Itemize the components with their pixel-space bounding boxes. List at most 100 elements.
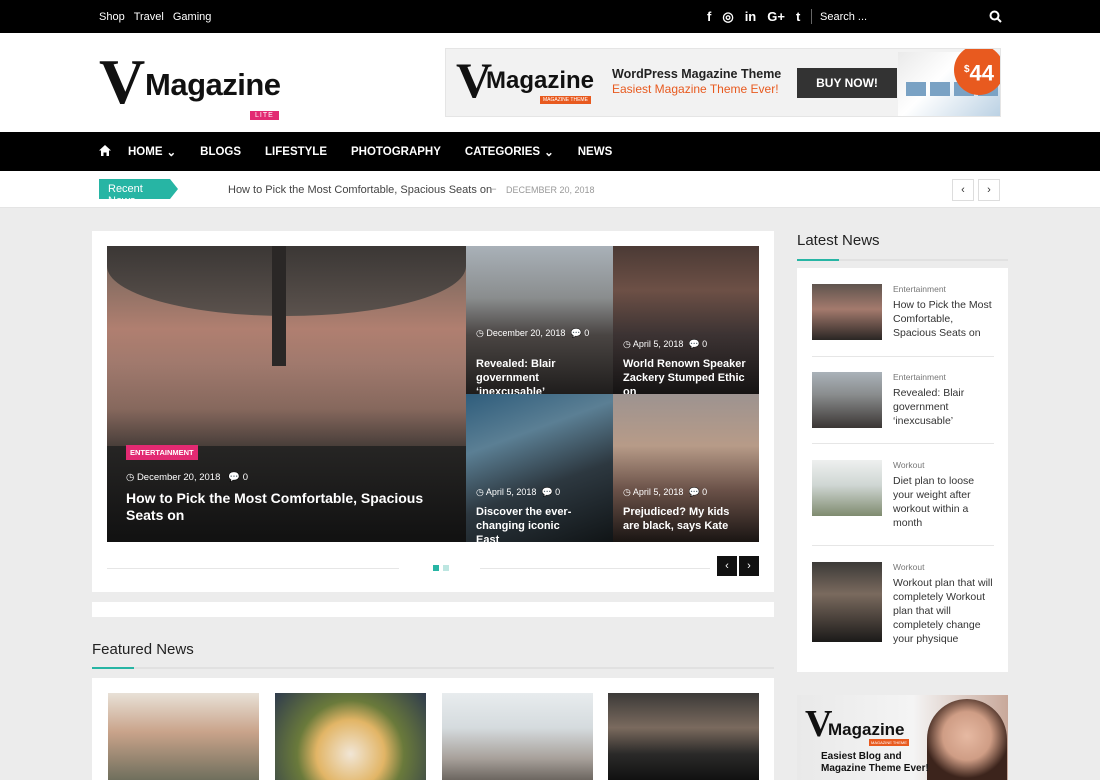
chevron-left-icon: ‹ bbox=[725, 560, 729, 572]
price-badge: $44 bbox=[954, 49, 1000, 95]
chevron-right-icon: › bbox=[987, 184, 991, 196]
slide-grid-item[interactable]: ◷ April 5, 2018 💬 0 Prejudiced? My kids … bbox=[613, 394, 759, 542]
latest-thumbnail[interactable] bbox=[812, 460, 882, 516]
main-nav: HOME ⌄ BLOGS LIFESTYLE PHOTOGRAPHY CATEGO… bbox=[0, 132, 1100, 171]
ad-headline: WordPress Magazine Theme bbox=[612, 67, 782, 81]
slider-prev-button[interactable]: ‹ bbox=[717, 556, 737, 576]
latest-title[interactable]: Workout plan that will completely Workou… bbox=[893, 576, 993, 646]
instagram-icon[interactable]: ◎ bbox=[722, 9, 733, 25]
slider-rule bbox=[107, 568, 399, 569]
latest-title[interactable]: Revealed: Blair government ‘inexcusable’ bbox=[893, 386, 993, 428]
top-links: Shop Travel Gaming bbox=[99, 11, 211, 23]
site-header: V Magazine LITE V Magazine MAGAZINE THEM… bbox=[0, 33, 1100, 132]
slide-grid-item[interactable]: ◷ December 20, 2018 💬 0 Revealed: Blair … bbox=[466, 246, 613, 394]
latest-category[interactable]: Workout bbox=[893, 562, 925, 572]
ticker-prev-button[interactable]: ‹ bbox=[952, 179, 974, 201]
slider-dot[interactable] bbox=[443, 565, 449, 571]
featured-image[interactable] bbox=[608, 693, 759, 780]
linkedin-icon[interactable]: in bbox=[745, 9, 757, 25]
chevron-right-icon: › bbox=[747, 560, 751, 572]
latest-title[interactable]: Diet plan to loose your weight after wor… bbox=[893, 474, 993, 530]
slide-title[interactable]: How to Pick the Most Comfortable, Spacio… bbox=[126, 490, 456, 524]
divider bbox=[812, 443, 994, 444]
slide-title[interactable]: Prejudiced? My kids are black, says Kate bbox=[623, 505, 748, 533]
ad-model-image bbox=[927, 699, 1007, 780]
featured-image[interactable] bbox=[275, 693, 426, 780]
slide-grid-item[interactable]: ◷ April 5, 2018 💬 0 Discover the ever-ch… bbox=[466, 394, 613, 542]
divider bbox=[812, 545, 994, 546]
nav-item-news[interactable]: NEWS bbox=[578, 145, 613, 159]
post-meta: ◷ April 5, 2018 💬 0 bbox=[623, 339, 708, 349]
ticker-headline[interactable]: How to Pick the Most Comfortable, Spacio… bbox=[228, 184, 492, 196]
latest-thumbnail[interactable] bbox=[812, 284, 882, 340]
buy-now-button[interactable]: BUY NOW! bbox=[797, 68, 897, 98]
top-link-travel[interactable]: Travel bbox=[134, 11, 164, 23]
slide-title[interactable]: Revealed: Blair government ‘inexcusable’ bbox=[476, 357, 606, 394]
latest-heading-rule bbox=[797, 259, 1008, 261]
search-input[interactable]: Search ... bbox=[820, 11, 867, 23]
ad-logo-tag: MAGAZINE THEME bbox=[540, 96, 591, 104]
social-links: f ◎ in G+ t bbox=[707, 9, 800, 25]
post-meta: ◷ December 20, 2018 💬 0 bbox=[126, 472, 249, 483]
logo-word: Magazine bbox=[145, 67, 281, 102]
nav-item-home[interactable]: HOME ⌄ bbox=[128, 145, 176, 159]
latest-category[interactable]: Workout bbox=[893, 460, 925, 470]
ad-logo-word: Magazine bbox=[486, 67, 595, 94]
sidebar-ad-banner[interactable]: V Magazine MAGAZINE THEME Easiest Blog a… bbox=[797, 695, 1008, 780]
facebook-icon[interactable]: f bbox=[707, 9, 711, 25]
slider-dot-active[interactable] bbox=[433, 565, 439, 571]
nav-item-categories[interactable]: CATEGORIES ⌄ bbox=[465, 145, 554, 159]
clock-icon: ◷ bbox=[623, 339, 631, 349]
latest-category[interactable]: Entertainment bbox=[893, 372, 946, 382]
top-link-gaming[interactable]: Gaming bbox=[173, 11, 212, 23]
ad-logo-tag: MAGAZINE THEME bbox=[869, 739, 909, 746]
slide-main[interactable]: ENTERTAINMENT ◷ December 20, 2018 💬 0 Ho… bbox=[107, 246, 466, 542]
clock-icon: ◷ bbox=[476, 487, 484, 497]
slide-title[interactable]: Discover the ever-changing iconic East bbox=[476, 505, 586, 542]
top-link-shop[interactable]: Shop bbox=[99, 11, 125, 23]
comment-icon: 💬 bbox=[570, 328, 582, 338]
ticker-label: Recent News bbox=[99, 179, 178, 207]
chevron-down-icon: ⌄ bbox=[166, 147, 177, 159]
comment-icon: 💬 bbox=[541, 487, 553, 497]
home-icon[interactable] bbox=[99, 145, 111, 156]
site-logo[interactable]: V Magazine LITE bbox=[99, 46, 284, 120]
latest-thumbnail[interactable] bbox=[812, 562, 882, 642]
slide-title[interactable]: World Renown Speaker Zackery Stumped Eth… bbox=[623, 357, 753, 394]
clock-icon: ◷ bbox=[623, 487, 631, 497]
ad-subline: Easiest Magazine Theme Ever! bbox=[612, 82, 779, 96]
latest-thumbnail[interactable] bbox=[812, 372, 882, 428]
search-icon[interactable] bbox=[989, 10, 1002, 23]
ad-logo-word: Magazine bbox=[828, 720, 905, 739]
clock-icon: ◷ bbox=[476, 328, 484, 338]
clock-icon: ◷ bbox=[126, 472, 135, 483]
ticker-next-button[interactable]: › bbox=[978, 179, 1000, 201]
divider bbox=[812, 356, 994, 357]
nav-item-blogs[interactable]: BLOGS bbox=[200, 145, 241, 159]
news-ticker: Recent News How to Pick the Most Comfort… bbox=[0, 171, 1100, 208]
ad-tagline: Easiest Blog and Magazine Theme Ever! bbox=[821, 751, 929, 774]
ticker-date: DECEMBER 20, 2018 bbox=[506, 185, 595, 195]
cockpit-pillar-image bbox=[272, 246, 286, 366]
category-badge[interactable]: ENTERTAINMENT bbox=[126, 445, 198, 460]
latest-category[interactable]: Entertainment bbox=[893, 284, 946, 294]
logo-v: V bbox=[99, 46, 146, 117]
content-strip bbox=[92, 602, 774, 617]
logo-lite-badge: LITE bbox=[250, 111, 279, 120]
slider-next-button[interactable]: › bbox=[739, 556, 759, 576]
header-ad-banner[interactable]: V Magazine MAGAZINE THEME WordPress Maga… bbox=[445, 48, 1001, 117]
featured-news-heading: Featured News bbox=[92, 641, 194, 658]
latest-title[interactable]: How to Pick the Most Comfortable, Spacio… bbox=[893, 298, 993, 340]
google-plus-icon[interactable]: G+ bbox=[767, 9, 785, 25]
chevron-left-icon: ‹ bbox=[961, 184, 965, 196]
comment-icon: 💬 bbox=[688, 339, 700, 349]
tumblr-icon[interactable]: t bbox=[796, 9, 800, 25]
featured-image[interactable] bbox=[442, 693, 593, 780]
top-bar: Shop Travel Gaming f ◎ in G+ t Search ..… bbox=[0, 0, 1100, 33]
nav-item-lifestyle[interactable]: LIFESTYLE bbox=[265, 145, 327, 159]
nav-item-photography[interactable]: PHOTOGRAPHY bbox=[351, 145, 441, 159]
featured-image[interactable] bbox=[108, 693, 259, 780]
ticker-separator: – bbox=[490, 183, 497, 195]
comment-icon: 💬 bbox=[688, 487, 700, 497]
slide-grid-item[interactable]: ◷ April 5, 2018 💬 0 World Renown Speaker… bbox=[613, 246, 759, 394]
